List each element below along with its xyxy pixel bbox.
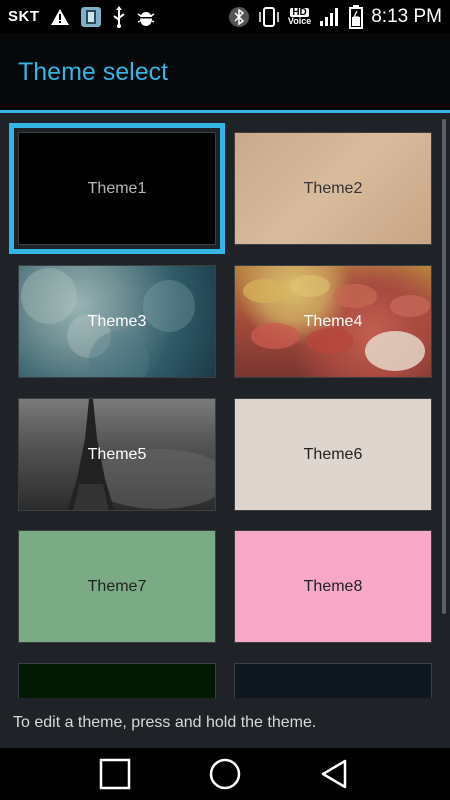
- action-bar: Theme select: [0, 33, 450, 111]
- theme-label: Theme7: [87, 577, 147, 595]
- theme-content: Theme1 Theme2 Theme3 Theme4 Theme5 Theme…: [0, 113, 450, 748]
- signal-icon: [319, 7, 341, 27]
- hd-voice-icon: HD Voice: [287, 7, 312, 26]
- theme-label: Theme1: [87, 179, 147, 197]
- back-button[interactable]: [310, 749, 360, 799]
- vibrate-icon: [258, 6, 280, 28]
- status-bar: SKT HD Voice 8:13 PM: [0, 0, 450, 33]
- usb-icon: [112, 5, 126, 28]
- home-button[interactable]: [200, 749, 250, 799]
- scrollbar[interactable]: [442, 119, 446, 614]
- theme-tile-3[interactable]: Theme3: [18, 265, 216, 378]
- navigation-bar: [0, 748, 450, 800]
- page-title: Theme select: [18, 57, 169, 86]
- theme-tile-6[interactable]: Theme6: [234, 398, 432, 511]
- app-notification-icon: [80, 6, 102, 28]
- theme-label: Theme8: [303, 577, 363, 595]
- theme-label: Theme6: [303, 445, 363, 463]
- theme-label: Theme5: [87, 445, 147, 463]
- recent-apps-icon: [99, 758, 131, 790]
- theme-tile-10[interactable]: [234, 663, 432, 698]
- theme-tile-1[interactable]: Theme1: [9, 123, 225, 254]
- theme-label: Theme2: [303, 179, 363, 197]
- theme-label: Theme4: [303, 312, 363, 330]
- home-icon: [209, 758, 241, 790]
- theme-tile-8[interactable]: Theme8: [234, 530, 432, 643]
- voice-label: Voice: [287, 15, 312, 26]
- bluetooth-icon: [228, 6, 250, 28]
- theme-tile-2[interactable]: Theme2: [234, 132, 432, 245]
- back-icon: [321, 759, 347, 789]
- hint-text: To edit a theme, press and hold the them…: [13, 714, 317, 731]
- theme-tile-7[interactable]: Theme7: [18, 530, 216, 643]
- theme-tile-9[interactable]: [18, 663, 216, 698]
- theme-tile-4[interactable]: Theme4: [234, 265, 432, 378]
- clock: 8:13 PM: [371, 5, 442, 27]
- warning-icon: [50, 8, 70, 26]
- battery-icon: [349, 4, 364, 29]
- theme-label: Theme3: [87, 312, 147, 330]
- theme-grid[interactable]: Theme1 Theme2 Theme3 Theme4 Theme5 Theme…: [0, 113, 450, 698]
- theme-tile-5[interactable]: Theme5: [18, 398, 216, 511]
- recent-apps-button[interactable]: [90, 749, 140, 799]
- carrier-label: SKT: [8, 8, 40, 25]
- debug-android-icon: [136, 7, 156, 27]
